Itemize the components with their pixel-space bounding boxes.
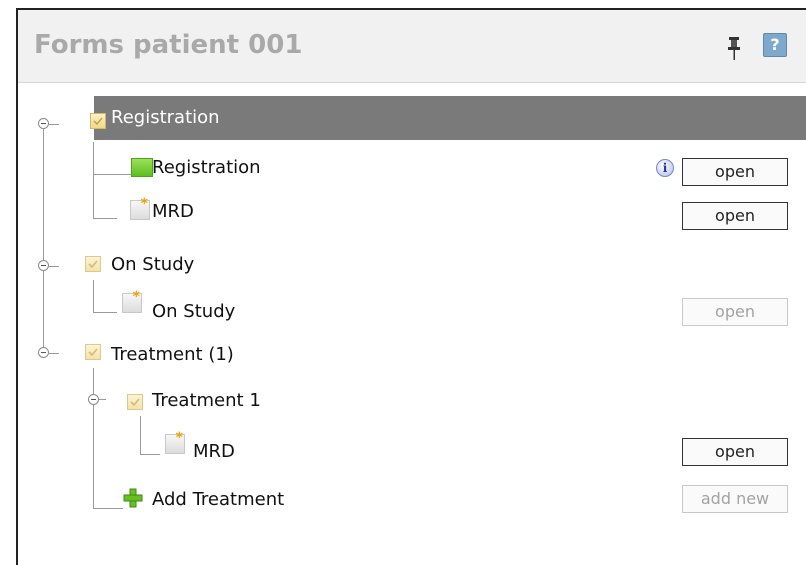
open-button[interactable]: open bbox=[682, 202, 788, 230]
tree-node-label: Treatment (1) bbox=[111, 344, 234, 365]
collapse-icon[interactable] bbox=[88, 394, 99, 405]
form-new-icon bbox=[130, 196, 150, 220]
tree-row-on-study-group[interactable]: On Study bbox=[18, 243, 806, 287]
plus-icon bbox=[123, 488, 143, 508]
add-new-button[interactable]: add new bbox=[682, 485, 788, 513]
form-new-icon bbox=[122, 289, 142, 313]
checkbox-icon bbox=[85, 256, 101, 272]
open-button[interactable]: open bbox=[682, 158, 788, 186]
pin-icon[interactable] bbox=[725, 36, 743, 62]
tree-row-registration-group[interactable]: Registration bbox=[94, 96, 806, 140]
tree-node-label: Registration bbox=[111, 107, 220, 128]
info-icon[interactable]: i bbox=[656, 159, 674, 177]
checkbox-icon bbox=[90, 113, 106, 129]
tree-line bbox=[49, 124, 59, 125]
collapse-icon[interactable] bbox=[38, 118, 49, 129]
checkbox-icon bbox=[127, 394, 143, 410]
tree-node-label: MRD bbox=[152, 201, 194, 222]
panel-title: Forms patient 001 bbox=[34, 30, 303, 60]
tree-node-label: MRD bbox=[193, 441, 235, 462]
tree-node-label: Registration bbox=[152, 157, 261, 178]
collapse-icon[interactable] bbox=[38, 260, 49, 271]
help-icon[interactable]: ? bbox=[763, 33, 787, 57]
checkbox-icon bbox=[85, 344, 101, 360]
tree-row-treatment-group[interactable]: Treatment (1) bbox=[18, 333, 806, 377]
tree-node-label: On Study bbox=[152, 301, 236, 322]
open-button[interactable]: open bbox=[682, 298, 788, 326]
tree-node-label: Add Treatment bbox=[152, 489, 285, 510]
collapse-icon[interactable] bbox=[38, 347, 49, 358]
tree-node-label: On Study bbox=[111, 254, 195, 275]
form-complete-icon bbox=[131, 158, 153, 177]
form-new-icon bbox=[165, 430, 185, 454]
tree-node-label: Treatment 1 bbox=[152, 390, 261, 411]
open-button[interactable]: open bbox=[682, 438, 788, 466]
panel-header: Forms patient 001 ? bbox=[18, 10, 806, 83]
forms-panel: Forms patient 001 ? Registration Registr… bbox=[16, 8, 806, 565]
